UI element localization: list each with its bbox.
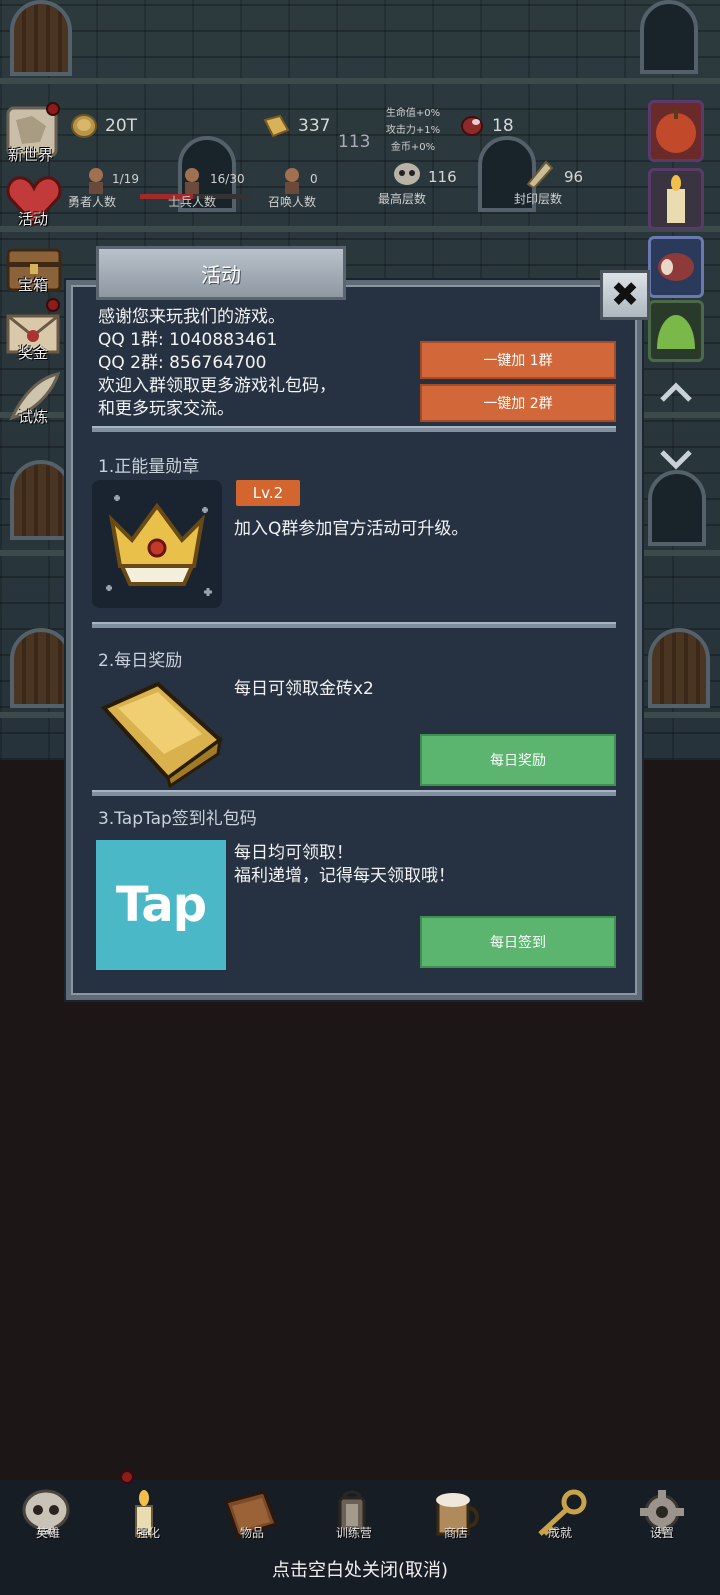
right-item-slime[interactable] (648, 300, 704, 362)
gold-bar-icon (100, 681, 224, 788)
section-title-taptap: 3.TapTap签到礼包码 (98, 809, 257, 829)
right-item-apple[interactable] (648, 100, 704, 162)
meat-icon (461, 116, 483, 136)
scroll-down-icon[interactable] (658, 446, 694, 474)
section-divider (92, 622, 616, 628)
nav-label: 物品 (239, 1526, 264, 1540)
bonus-atk: 攻击力+1% (385, 125, 441, 136)
section-title-daily-reward: 2.每日奖励 (98, 651, 183, 671)
close-hint[interactable]: 点击空白处关闭(取消) (0, 1556, 720, 1582)
bonus-gold: 金币+0% (390, 142, 436, 153)
close-button[interactable]: ✖ (600, 270, 650, 320)
max-floor-label: 最高层数 (378, 192, 427, 206)
scroll-up-icon[interactable] (658, 378, 694, 406)
taptap-logo: Tap (96, 840, 226, 970)
summons-count: 0 (310, 172, 318, 186)
soldier-icon (185, 168, 199, 194)
floor-line (0, 226, 720, 232)
side-item-bonus[interactable]: 奖金 (2, 302, 66, 366)
side-item-chest[interactable]: 宝箱 (2, 234, 66, 298)
join-group-1-button[interactable]: 一键加 1群 (420, 341, 616, 379)
floor-line (0, 78, 720, 84)
seal-floor-label: 封印层数 (514, 192, 563, 206)
bonus-hp: 生命值+0% (385, 108, 441, 119)
dialog-title: 活动 (201, 262, 241, 287)
qq-group-2: QQ 2群: 856764700 (98, 353, 267, 373)
gold-brick-icon (263, 114, 290, 138)
daily-reward-button[interactable]: 每日奖励 (420, 734, 616, 786)
section-divider (92, 426, 616, 432)
medal-level-badge: Lv.2 (236, 480, 300, 506)
side-item-label: 宝箱 (18, 276, 49, 294)
taptap-logo-text: Tap (115, 877, 207, 933)
candle-icon (667, 175, 685, 223)
hero-icon (89, 168, 103, 194)
floor-skull-icon (394, 163, 420, 185)
heroes-label: 勇者人数 (68, 195, 117, 209)
right-item-meat[interactable] (648, 236, 704, 298)
dialog-title-tab: 活动 (96, 246, 346, 300)
side-item-label: 活动 (18, 210, 49, 228)
notification-dot (46, 298, 60, 312)
gold-bricks-value: 337 (298, 116, 331, 136)
summon-icon (285, 168, 299, 194)
dungeon-window (648, 470, 706, 546)
summons-label: 召唤人数 (268, 195, 317, 209)
dungeon-door (10, 460, 72, 540)
nav-label: 商店 (443, 1526, 468, 1540)
side-item-trial[interactable]: 试炼 (2, 366, 66, 430)
join-group-2-button[interactable]: 一键加 2群 (420, 384, 616, 422)
slime-icon (657, 315, 695, 349)
dungeon-door (10, 0, 72, 76)
scroll-icon (526, 160, 554, 190)
close-icon: ✖ (610, 275, 640, 315)
nav-label: 英雄 (35, 1526, 60, 1540)
daily-checkin-button[interactable]: 每日签到 (420, 916, 616, 968)
nav-label: 强化 (135, 1526, 160, 1540)
side-item-label: 试炼 (18, 408, 49, 426)
side-item-label: 奖金 (18, 344, 49, 362)
side-item-activity[interactable]: 活动 (2, 168, 66, 232)
dungeon-door (648, 628, 710, 708)
qq-group-1: QQ 1群: 1040883461 (98, 330, 278, 350)
notification-dot (46, 102, 60, 116)
nav-label: 成就 (547, 1526, 572, 1540)
notification-dot (120, 1470, 134, 1484)
medal-image (92, 480, 222, 608)
meat-icon (658, 253, 694, 281)
medal-description: 加入Q群参加官方活动可升级。 (234, 519, 469, 539)
floor-sub-value: 113 (338, 132, 371, 152)
coin-icon (71, 114, 97, 138)
soldiers-count: 16/30 (210, 172, 245, 186)
taptap-description-1: 每日均可领取！ (234, 843, 353, 863)
nav-label: 训练营 (335, 1526, 372, 1540)
section-divider (92, 790, 616, 796)
intro-line: 感谢您来玩我们的游戏。 (98, 307, 285, 327)
taptap-description-2: 福利递增，记得每天领取哦！ (234, 866, 455, 886)
seal-floor-value: 96 (564, 168, 584, 186)
coins-value: 20T (105, 116, 138, 136)
right-item-candle[interactable] (648, 168, 704, 230)
apple-icon (656, 109, 696, 153)
section-title-medal: 1.正能量勋章 (98, 457, 200, 477)
side-item-label: 新世界 (8, 146, 54, 164)
intro-line: 和更多玩家交流。 (98, 399, 234, 419)
daily-reward-description: 每日可领取金砖x2 (234, 679, 374, 699)
dungeon-window (640, 0, 698, 74)
soldiers-label: 士兵人数 (168, 195, 217, 209)
dungeon-door (10, 628, 72, 708)
crown-medal-icon (106, 495, 212, 596)
max-floor-value: 116 (428, 168, 457, 186)
nav-label: 设置 (649, 1526, 674, 1540)
heroes-count: 1/19 (112, 172, 139, 186)
intro-line: 欢迎入群领取更多游戏礼包码， (98, 376, 336, 396)
meat-value: 18 (492, 116, 514, 136)
